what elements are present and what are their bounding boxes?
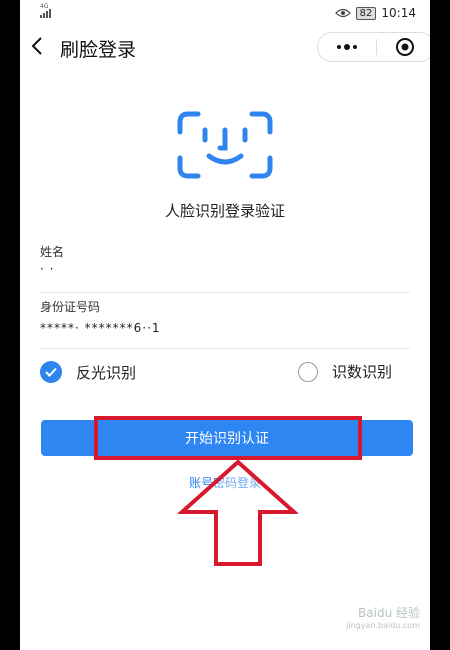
id-divider [40,348,410,349]
clock: 10:14 [381,6,416,20]
watermark-main: Baidu 经验 [358,606,420,620]
page-title: 刷脸登录 [60,39,137,61]
option-reflect-recognition[interactable]: 反光识别 [40,361,136,383]
start-recognition-button[interactable]: 开始识别认证 [41,420,413,456]
more-dots-icon[interactable] [318,33,376,61]
phone-screen: 4G 82 10:14 刷脸登录 人脸识别登录验证 姓名 · · 身份证号码 *… [20,0,430,650]
account-password-login-link[interactable]: 账号密码登录 [20,474,430,491]
id-label: 身份证号码 [40,300,101,314]
status-right: 82 10:14 [334,6,416,20]
radio-checked-icon[interactable] [40,361,62,383]
status-bar: 4G 82 10:14 [20,0,430,26]
signal-icon [40,9,51,18]
chevron-left-icon[interactable] [26,34,50,58]
watermark: Baidu 经验 jingyan.baidu.com [346,604,420,630]
option-digit-label: 识数识别 [332,363,393,381]
face-scan-icon [177,111,273,179]
option-reflect-label: 反光识别 [76,363,137,382]
name-input[interactable]: · · [40,262,54,276]
mini-program-capsule [317,32,430,62]
option-digit-recognition[interactable]: 识数识别 [298,361,392,382]
name-divider [40,292,410,293]
target-icon[interactable] [376,33,430,61]
radio-unchecked-icon[interactable] [298,361,318,382]
eye-icon [334,8,351,18]
nav-bar: 刷脸登录 [20,28,430,66]
battery-indicator: 82 [355,6,377,20]
id-number-input[interactable]: *****· *******6··1 [40,321,161,335]
face-caption: 人脸识别登录验证 [164,202,285,220]
watermark-sub: jingyan.baidu.com [346,621,420,630]
name-label: 姓名 [40,245,65,259]
